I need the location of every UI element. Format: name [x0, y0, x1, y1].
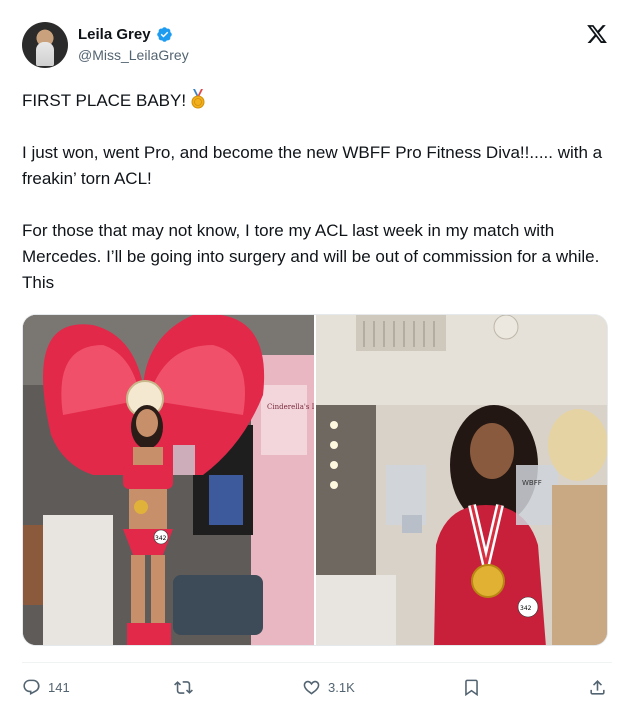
bookmark-icon [465, 679, 478, 697]
action-bar: 141 3.1K [22, 662, 612, 706]
photo-left[interactable]: Cinderella's Dreams [23, 315, 314, 645]
photo-right-illustration: WBFF 342 [316, 315, 607, 645]
verified-badge-icon [156, 27, 172, 42]
reply-count: 141 [48, 680, 70, 695]
bookmark-button[interactable] [462, 678, 481, 697]
right-badge-number: 342 [520, 605, 532, 612]
left-badge-number: 342 [155, 535, 167, 542]
author-name-row: Leila Grey [78, 26, 173, 43]
avatar[interactable] [22, 22, 68, 68]
retweet-icon [174, 681, 193, 694]
tweet-paragraph-1-text: FIRST PLACE BABY! [22, 91, 187, 110]
medal-icon [191, 89, 205, 109]
x-logo-icon[interactable] [586, 23, 608, 45]
right-trophy-text: WBFF [522, 479, 542, 487]
reply-button[interactable]: 141 [22, 678, 70, 697]
tweet-text: FIRST PLACE BABY! I just won, went Pro, … [22, 88, 612, 296]
author-handle[interactable]: @Miss_LeilaGrey [78, 47, 189, 63]
heart-icon [303, 680, 320, 695]
tweet-paragraph-2: I just won, went Pro, and become the new… [22, 143, 603, 188]
like-count: 3.1K [328, 680, 355, 695]
retweet-button[interactable] [174, 678, 200, 697]
tweet-paragraph-1: FIRST PLACE BABY! [22, 88, 612, 114]
author-name[interactable]: Leila Grey [78, 26, 151, 43]
like-button[interactable]: 3.1K [302, 678, 355, 697]
share-button[interactable] [588, 678, 607, 697]
photo-right[interactable]: WBFF 342 [316, 315, 607, 645]
reply-icon [23, 679, 40, 696]
share-icon [590, 680, 605, 695]
tweet-media: Cinderella's Dreams [22, 314, 608, 646]
sign-text: Cinderella's Dreams [267, 403, 314, 411]
tweet-paragraph-3: For those that may not know, I tore my A… [22, 221, 600, 292]
tweet-header: Leila Grey @Miss_LeilaGrey [22, 20, 612, 70]
photo-left-illustration: Cinderella's Dreams [23, 315, 314, 645]
tweet-card: Leila Grey @Miss_LeilaGrey FIRST PLACE B… [0, 0, 630, 720]
